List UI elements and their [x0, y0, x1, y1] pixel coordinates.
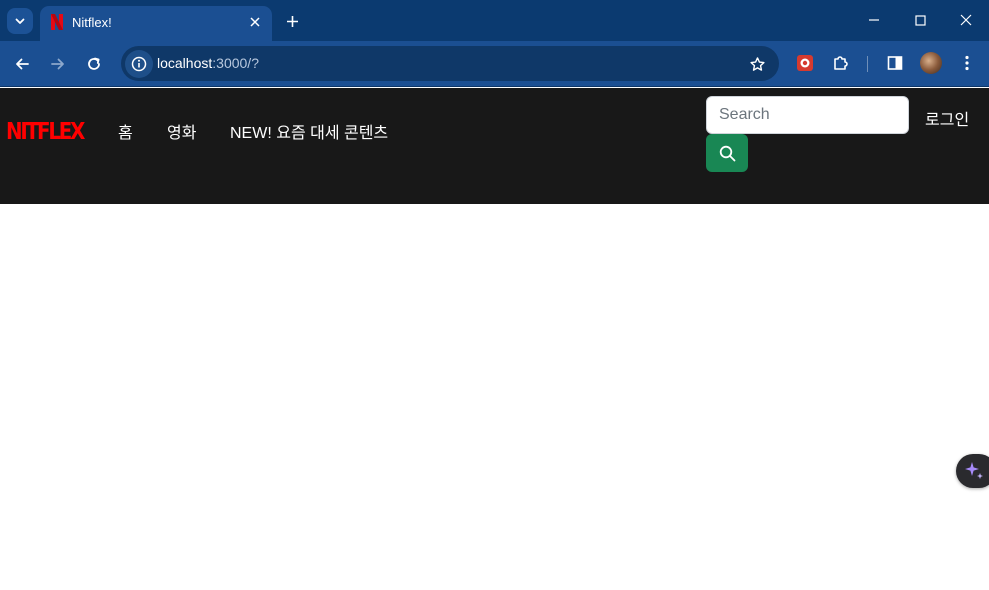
search-button[interactable] — [706, 134, 748, 172]
new-tab-button[interactable] — [282, 11, 302, 31]
netflix-favicon — [51, 14, 63, 30]
reload-button[interactable] — [82, 52, 106, 76]
browser-menu-button[interactable] — [956, 52, 978, 74]
reload-icon — [88, 57, 100, 70]
bookmark-star-button[interactable] — [747, 54, 767, 74]
minimize-button[interactable] — [862, 9, 886, 31]
maximize-button[interactable] — [908, 9, 932, 31]
extension-button[interactable] — [794, 52, 816, 74]
nav-link-home[interactable]: 홈 — [118, 119, 133, 143]
sparkle-icon — [965, 462, 983, 479]
extension-icon — [797, 55, 813, 71]
star-icon — [749, 56, 765, 71]
browser-tab[interactable]: Nitflex! — [40, 6, 272, 41]
tab-close-button[interactable] — [246, 13, 264, 31]
profile-avatar[interactable] — [920, 52, 942, 74]
url-path: :3000/? — [212, 55, 259, 71]
site-info-button[interactable] — [125, 50, 153, 78]
forward-arrow-icon — [51, 58, 64, 70]
browser-toolbar: localhost:3000/? — [0, 41, 989, 87]
address-bar[interactable]: localhost:3000/? — [121, 46, 779, 81]
extensions-menu-button[interactable] — [830, 52, 852, 74]
search-icon — [719, 145, 735, 161]
brand-logo[interactable]: NITFLEX — [6, 119, 85, 145]
nav-link-trending[interactable]: NEW! 요즘 대세 콘텐츠 — [230, 119, 388, 143]
nav-link-movies[interactable]: 영화 — [167, 119, 196, 143]
site-navbar: NITFLEX 홈 영화 NEW! 요즘 대세 콘텐츠 로그인 — [0, 88, 989, 204]
side-panel-button[interactable] — [884, 52, 906, 74]
browser-titlebar: Nitflex! — [0, 0, 989, 41]
puzzle-icon — [834, 56, 848, 70]
search-input[interactable] — [706, 96, 909, 134]
login-link[interactable]: 로그인 — [925, 106, 969, 130]
info-icon — [131, 56, 147, 72]
url-host: localhost — [157, 55, 213, 71]
close-icon — [250, 17, 260, 27]
url-text: localhost:3000/? — [157, 55, 259, 71]
side-panel-icon — [887, 56, 903, 70]
window-close-icon — [960, 14, 972, 26]
ai-assistant-button[interactable] — [956, 454, 989, 488]
maximize-icon — [914, 14, 926, 26]
menu-icon — [965, 55, 969, 71]
toolbar-separator — [867, 56, 868, 72]
forward-button[interactable] — [46, 52, 70, 76]
tab-title: Nitflex! — [72, 15, 112, 30]
window-close-button[interactable] — [954, 9, 978, 31]
page-content: NITFLEX 홈 영화 NEW! 요즘 대세 콘텐츠 로그인 — [0, 88, 989, 590]
tab-search-button[interactable] — [7, 8, 33, 34]
plus-icon — [286, 15, 298, 27]
minimize-icon — [869, 19, 879, 21]
back-arrow-icon — [16, 58, 29, 70]
back-button[interactable] — [10, 52, 34, 76]
chevron-down-icon — [15, 18, 25, 24]
